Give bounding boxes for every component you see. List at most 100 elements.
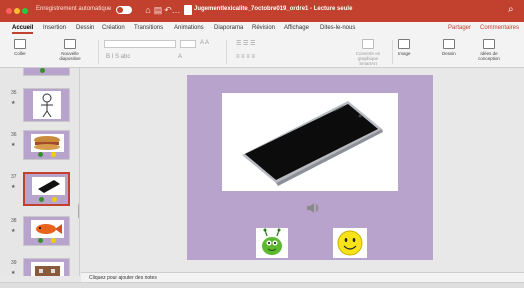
- slide-star: ★: [11, 100, 16, 106]
- image-label: Image: [398, 51, 411, 56]
- thumbnail-mini-icon: [38, 152, 43, 157]
- design-ideas-label: Idées de conception: [478, 51, 500, 61]
- thumbnail-scrollbar[interactable]: [78, 204, 79, 218]
- notes-placeholder: Cliquez pour ajouter des notes: [89, 275, 157, 281]
- ribbon-separator: [392, 40, 393, 64]
- slide-star: ★: [11, 142, 16, 148]
- font-name-field[interactable]: [104, 40, 176, 48]
- document-title: Jugementlexicalite_7octobre019_ordre1 - …: [194, 6, 353, 12]
- new-slide-icon: [64, 39, 76, 49]
- bullets-icon[interactable]: ☰ ☰ ☰: [236, 40, 255, 47]
- title-bar: Enregistrement automatique ⌂ ▤ ↶ … Jugem…: [0, 0, 524, 22]
- drawing-icon: [442, 39, 455, 49]
- zoom-window-button[interactable]: [22, 8, 28, 14]
- tab-revision[interactable]: Révision: [252, 25, 275, 31]
- search-icon[interactable]: ⌕: [508, 4, 514, 15]
- font-color-icon[interactable]: A: [178, 54, 182, 60]
- smartphone-icon: [38, 180, 60, 193]
- slide-number: 36: [11, 132, 17, 138]
- slide-thumbnail[interactable]: [23, 88, 70, 122]
- thumbnail-mini-icon: [39, 197, 44, 202]
- image-icon: [398, 39, 411, 49]
- autosave-label: Enregistrement automatique: [36, 6, 112, 12]
- stick-figure-icon: [41, 93, 53, 118]
- slide-star: ★: [11, 270, 16, 276]
- thumbnail-image: [31, 134, 64, 152]
- ribbon-separator: [226, 40, 227, 64]
- tab-creation[interactable]: Création: [102, 25, 125, 31]
- share-button[interactable]: Partager: [448, 25, 471, 31]
- tab-insertion[interactable]: Insertion: [43, 25, 66, 31]
- notes-pane[interactable]: Cliquez pour ajouter des notes: [81, 272, 524, 282]
- current-slide[interactable]: [187, 75, 433, 260]
- design-ideas-icon: [483, 39, 495, 49]
- slide-number: 38: [11, 218, 17, 224]
- paste-icon: [14, 39, 26, 49]
- thumbnail-image: [31, 220, 64, 238]
- sandwich-icon: [34, 136, 60, 150]
- status-bar: [0, 282, 524, 288]
- ribbon-separator: [98, 40, 99, 64]
- image-button[interactable]: Image: [398, 39, 411, 56]
- close-window-button[interactable]: [6, 8, 12, 14]
- smiley-icon: [337, 230, 363, 256]
- slide-number: 35: [11, 90, 17, 96]
- font-size-field[interactable]: [180, 40, 196, 48]
- slide-thumbnail-pane: 35 ★ 36 ★ 37 ★ 38 ★ 39 ★: [0, 68, 80, 276]
- thumbnail-image: [32, 177, 65, 195]
- building-icon: [35, 266, 60, 276]
- grow-font-icon[interactable]: A A: [200, 40, 209, 46]
- tab-accueil[interactable]: Accueil: [12, 25, 34, 34]
- smartart-label: Convertir en graphique SmartArt: [355, 51, 381, 66]
- ribbon-toolbar: Coller Nouvelle diapositive A A B I S ab…: [0, 36, 524, 68]
- smartphone-image[interactable]: [222, 93, 398, 191]
- align-icon[interactable]: ≡ ≡ ≡ ≡: [236, 54, 255, 60]
- speaker-icon[interactable]: [305, 201, 319, 215]
- paste-label: Coller: [14, 51, 26, 56]
- paste-button[interactable]: Coller: [14, 39, 26, 56]
- slide-thumbnail-selected[interactable]: [23, 172, 70, 206]
- thumbnail-image: [31, 262, 64, 276]
- thumbnail-mini-icon: [38, 238, 43, 243]
- slide-number: 37: [11, 174, 17, 180]
- alien-icon: [262, 228, 282, 255]
- slide-star: ★: [11, 228, 16, 234]
- fish-icon: [36, 224, 62, 234]
- autosave-toggle[interactable]: [116, 6, 132, 14]
- tab-animations[interactable]: Animations: [174, 25, 204, 31]
- smiley-image[interactable]: [333, 228, 367, 258]
- design-ideas-button[interactable]: Idées de conception: [476, 39, 502, 61]
- thumbnail-image: [33, 91, 61, 119]
- tab-dites-le-nous[interactable]: Dites-le-nous: [320, 25, 355, 31]
- slide-thumbnail[interactable]: [23, 68, 70, 76]
- drawing-button[interactable]: Dessin: [442, 39, 456, 56]
- smartart-button[interactable]: Convertir en graphique SmartArt: [350, 39, 386, 66]
- thumbnail-mini-icon: [40, 68, 45, 73]
- more-icon[interactable]: …: [170, 4, 182, 16]
- powerpoint-window: Enregistrement automatique ⌂ ▤ ↶ … Jugem…: [0, 0, 524, 288]
- tab-diaporama[interactable]: Diaporama: [214, 25, 243, 31]
- tab-dessin[interactable]: Dessin: [76, 25, 94, 31]
- minimize-window-button[interactable]: [14, 8, 20, 14]
- smartart-icon: [362, 39, 374, 49]
- new-slide-button[interactable]: Nouvelle diapositive: [54, 39, 86, 61]
- bold-icon[interactable]: B I S abc: [106, 54, 130, 60]
- ribbon-tabs: Accueil Insertion Dessin Création Transi…: [0, 22, 524, 36]
- new-slide-label: Nouvelle diapositive: [59, 51, 81, 61]
- alien-image[interactable]: [256, 228, 288, 258]
- slide-star: ★: [11, 184, 16, 190]
- smartphone-icon: [242, 101, 383, 186]
- slide-number: 39: [11, 260, 17, 266]
- slide-thumbnail[interactable]: [23, 258, 70, 276]
- thumbnail-mini-icon: [51, 238, 56, 243]
- comments-button[interactable]: Commentaires: [480, 25, 519, 31]
- drawing-label: Dessin: [442, 51, 456, 56]
- thumbnail-mini-icon: [52, 197, 57, 202]
- slide-canvas: [81, 68, 524, 272]
- thumbnail-mini-icon: [51, 152, 56, 157]
- slide-thumbnail[interactable]: [23, 216, 70, 246]
- tab-affichage[interactable]: Affichage: [284, 25, 309, 31]
- slide-thumbnail[interactable]: [23, 130, 70, 160]
- tab-transitions[interactable]: Transitions: [134, 25, 163, 31]
- document-icon: [184, 5, 192, 15]
